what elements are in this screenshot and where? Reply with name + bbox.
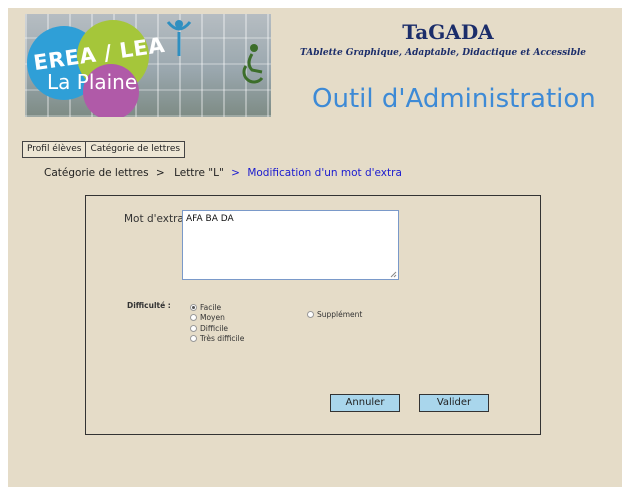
- app-subtitle: TAblette Graphique, Adaptable, Didactiqu…: [300, 48, 587, 58]
- radio-icon[interactable]: [190, 335, 197, 343]
- breadcrumb-separator: >: [155, 167, 165, 179]
- section-title: Outil d'Administration: [312, 84, 596, 114]
- breadcrumb-separator: >: [231, 167, 240, 179]
- person-arms-up-icon: [166, 20, 192, 56]
- difficulty-option-label: Moyen: [200, 313, 225, 323]
- difficulty-radio-group: Facile Moyen Difficile Très difficile: [190, 302, 244, 344]
- supplement-label: Supplément: [317, 309, 363, 319]
- wheelchair-icon: [242, 44, 264, 84]
- submit-button[interactable]: Valider: [419, 394, 489, 412]
- difficulty-option-difficile[interactable]: Difficile: [190, 323, 244, 334]
- difficulty-option-label: Difficile: [200, 323, 229, 333]
- tab-categorie-lettres[interactable]: Catégorie de lettres: [86, 141, 186, 158]
- difficulty-option-label: Très difficile: [200, 334, 245, 344]
- mot-extra-value: AFA BA DA: [186, 214, 234, 224]
- radio-icon[interactable]: [190, 314, 197, 322]
- breadcrumb-categorie[interactable]: Catégorie de lettres: [44, 167, 149, 179]
- checkbox-icon[interactable]: [307, 310, 314, 318]
- tab-profil-eleves[interactable]: Profil élèves: [22, 141, 87, 158]
- difficulty-option-label: Facile: [200, 302, 222, 312]
- breadcrumb-current: Modification d'un mot d'extra: [247, 167, 402, 179]
- mot-extra-textarea[interactable]: AFA BA DA: [182, 210, 399, 280]
- mot-extra-label: Mot d'extra: [124, 213, 184, 225]
- difficulty-label: Difficulté :: [127, 301, 171, 310]
- cancel-button[interactable]: Annuler: [330, 394, 400, 412]
- difficulty-option-tres-difficile[interactable]: Très difficile: [190, 334, 244, 345]
- tab-bar: Profil élèves Catégorie de lettres: [22, 141, 186, 158]
- breadcrumb: Catégorie de lettres > Lettre "L" > Modi…: [44, 167, 402, 179]
- erea-lea-logo: EREA / LEA La Plaine: [25, 14, 271, 117]
- edit-form-panel: Mot d'extra AFA BA DA Difficulté : Facil…: [85, 195, 541, 435]
- page-background: EREA / LEA La Plaine TaGADA TAblette Gra…: [8, 8, 622, 487]
- radio-checked-icon[interactable]: [190, 303, 197, 311]
- supplement-option[interactable]: Supplément: [307, 309, 362, 320]
- radio-icon[interactable]: [190, 324, 197, 332]
- logo-text-line2: La Plaine: [47, 70, 138, 94]
- breadcrumb-lettre[interactable]: Lettre "L": [174, 167, 224, 179]
- app-title: TaGADA: [402, 20, 494, 44]
- difficulty-option-facile[interactable]: Facile: [190, 302, 244, 313]
- difficulty-option-moyen[interactable]: Moyen: [190, 313, 244, 324]
- resize-grip-icon[interactable]: [390, 271, 397, 278]
